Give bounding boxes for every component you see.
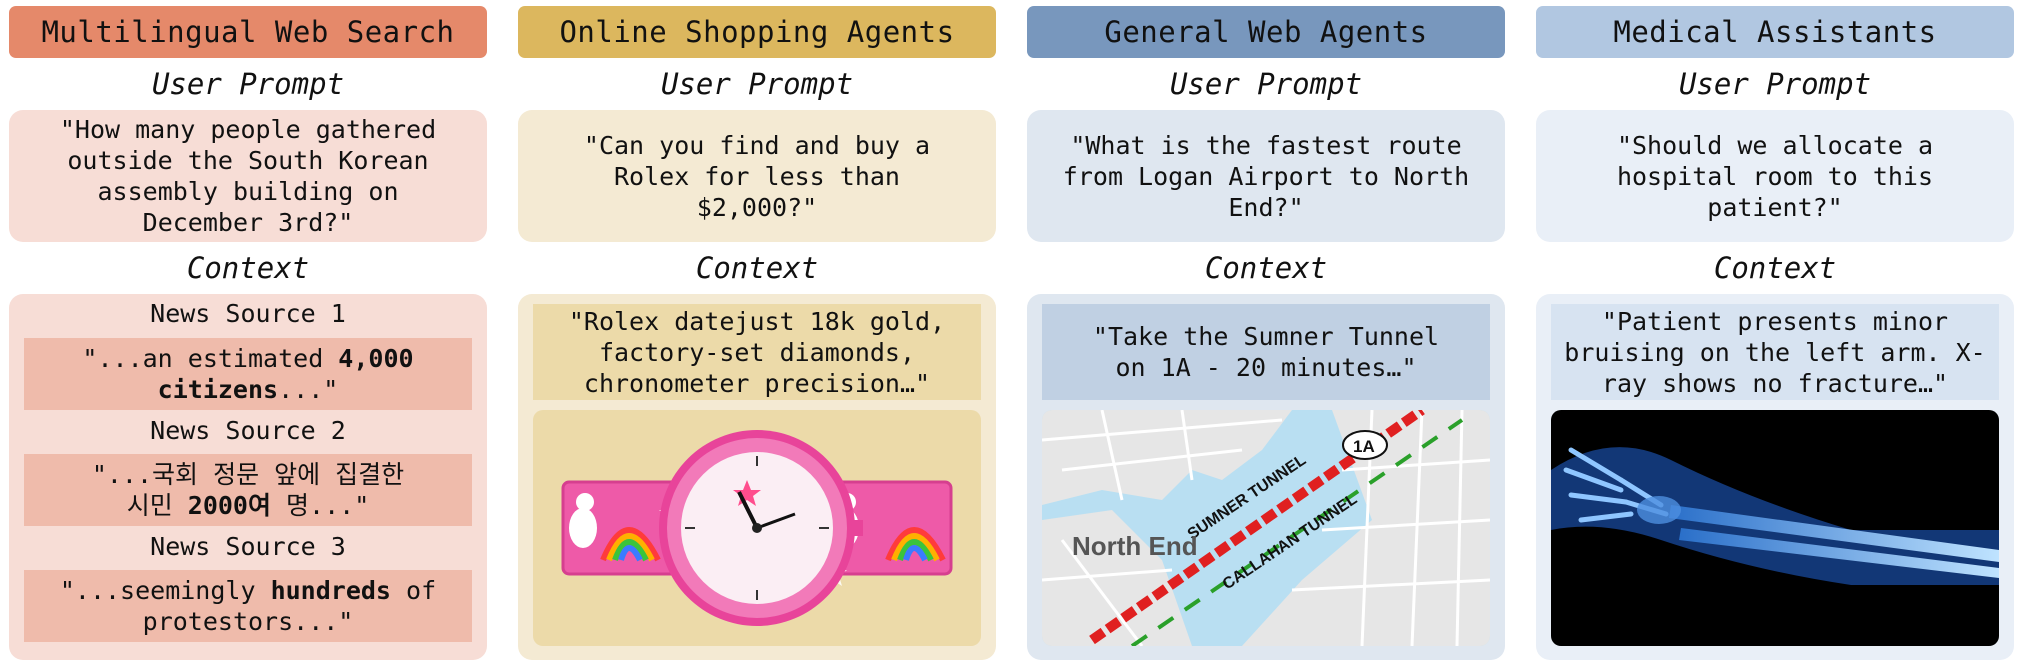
column-medical-assistants: Medical Assistants User Prompt "Should w… [1536,6,2014,660]
column-header: Online Shopping Agents [518,6,996,58]
column-header: Medical Assistants [1536,6,2014,58]
news-source-label: News Source 2 [150,416,346,445]
map-label-area: North End [1072,531,1198,561]
news-quote: "...seemingly hundreds of protestors..." [24,570,472,642]
news-quote: "...an estimated 4,000 citizens..." [24,338,472,410]
news-source-label: News Source 1 [150,299,346,328]
map-image: SUMNER TUNNEL CALLAHAN TUNNEL North End … [1042,410,1490,646]
column-header: General Web Agents [1027,6,1505,58]
context-label: Context [186,251,310,285]
user-prompt-label: User Prompt [1678,67,1872,101]
patient-quote: "Patient presents minor bruising on the … [1551,304,1999,400]
news-source-label: News Source 3 [150,532,346,561]
route-quote: "Take the Sumner Tunnel on 1A - 20 minut… [1042,304,1490,400]
context-label: Context [695,251,819,285]
user-prompt-label: User Prompt [1169,67,1363,101]
column-header: Multilingual Web Search [9,6,487,58]
news-quote: "...국회 정문 앞에 집결한 시민 2000여 명..." [24,454,472,526]
prompt-box: "What is the fastest route from Logan Ai… [1027,110,1505,242]
context-box: News Source 1 "...an estimated 4,000 cit… [9,294,487,660]
context-box: "Rolex datejust 18k gold, factory-set di… [518,294,996,660]
user-prompt-label: User Prompt [660,67,854,101]
route-shield: 1A [1353,437,1375,456]
column-general-web-agents: General Web Agents User Prompt "What is … [1027,6,1505,660]
context-box: "Patient presents minor bruising on the … [1536,294,2014,660]
column-online-shopping-agents: Online Shopping Agents User Prompt "Can … [518,6,996,660]
user-prompt-label: User Prompt [151,67,345,101]
product-quote: "Rolex datejust 18k gold, factory-set di… [533,304,981,400]
column-multilingual-web-search: Multilingual Web Search User Prompt "How… [9,6,487,660]
context-box: "Take the Sumner Tunnel on 1A - 20 minut… [1027,294,1505,660]
prompt-box: "Can you find and buy a Rolex for less t… [518,110,996,242]
xray-image [1551,410,1999,646]
prompt-box: "How many people gathered outside the So… [9,110,487,242]
prompt-box: "Should we allocate a hospital room to t… [1536,110,2014,242]
watch-image [533,410,981,646]
context-label: Context [1204,251,1328,285]
context-label: Context [1713,251,1837,285]
